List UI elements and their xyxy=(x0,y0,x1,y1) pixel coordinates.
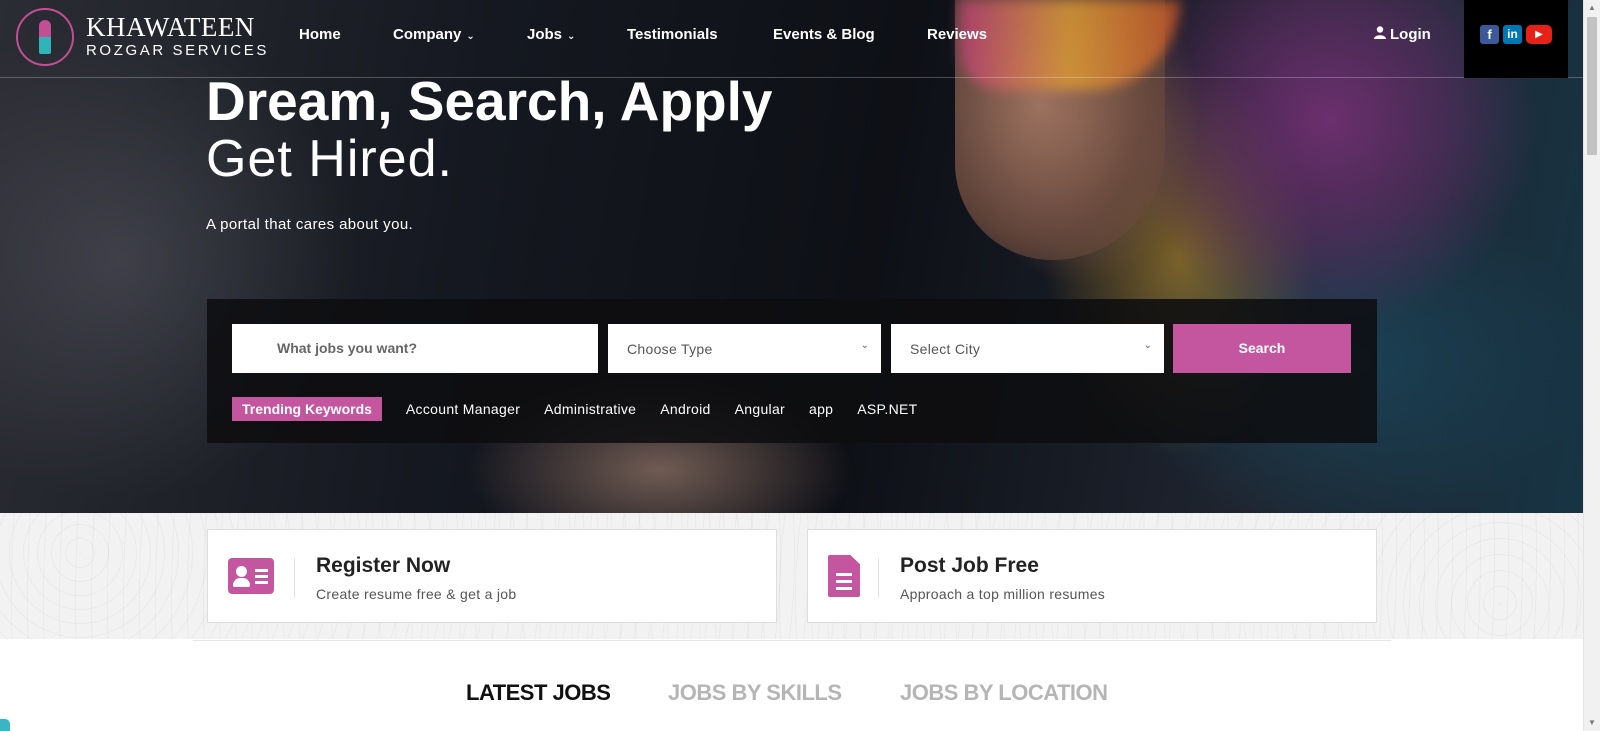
hero-tagline: A portal that cares about you. xyxy=(206,216,414,233)
tab-jobs-by-skills[interactable]: JOBS BY SKILLS xyxy=(668,680,842,706)
hero-subheadline: Get Hired. xyxy=(206,130,453,188)
job-keyword-input[interactable]: What jobs you want? xyxy=(232,324,598,373)
scrollbar-thumb[interactable] xyxy=(1587,17,1597,155)
nav-company[interactable]: Company ⌄ xyxy=(393,26,475,43)
login-link[interactable]: Login xyxy=(1374,26,1431,43)
job-search-panel: What jobs you want? Choose Type ⌄ Select… xyxy=(207,299,1377,443)
chevron-down-icon: ⌄ xyxy=(466,31,475,42)
nav-home[interactable]: Home xyxy=(299,26,341,43)
tab-latest-jobs[interactable]: LATEST JOBS xyxy=(466,680,611,706)
register-title: Register Now xyxy=(316,554,451,577)
city-select[interactable]: Select City ⌄ xyxy=(891,324,1164,373)
hero-headline: Dream, Search, Apply xyxy=(206,70,773,132)
post-job-title: Post Job Free xyxy=(900,554,1039,577)
brand-logo[interactable]: KHAWATEEN ROZGAR SERVICES xyxy=(16,8,269,66)
keyword-link[interactable]: Account Manager xyxy=(406,401,520,417)
divider xyxy=(193,640,1391,641)
register-desc: Create resume free & get a job xyxy=(316,586,517,602)
nav-jobs[interactable]: Jobs ⌄ xyxy=(527,26,575,43)
nav-reviews[interactable]: Reviews xyxy=(927,26,987,43)
social-links: f in ▶ xyxy=(1464,0,1568,78)
trending-label: Trending Keywords xyxy=(232,397,382,421)
page-scrollbar[interactable]: ▲ ▼ xyxy=(1583,0,1600,731)
chevron-down-icon: ⌄ xyxy=(860,340,869,351)
keyword-link[interactable]: Administrative xyxy=(544,401,636,417)
tab-jobs-by-location[interactable]: JOBS BY LOCATION xyxy=(900,680,1108,706)
keyword-link[interactable]: ASP.NET xyxy=(857,401,917,417)
brand-name: KHAWATEEN xyxy=(86,12,255,42)
search-button[interactable]: Search xyxy=(1173,324,1351,373)
user-icon xyxy=(1374,26,1386,43)
keyword-link[interactable]: app xyxy=(809,401,833,417)
register-now-card[interactable]: Register Now Create resume free & get a … xyxy=(207,529,777,623)
chevron-down-icon: ⌄ xyxy=(1143,340,1152,351)
nav-testimonials[interactable]: Testimonials xyxy=(627,26,718,43)
trending-keywords: Trending Keywords Account Manager Admini… xyxy=(232,397,917,421)
jobs-tabs: LATEST JOBS JOBS BY SKILLS JOBS BY LOCAT… xyxy=(0,640,1583,731)
facebook-icon[interactable]: f xyxy=(1480,25,1499,44)
brand-subtitle: ROZGAR SERVICES xyxy=(86,42,269,59)
site-header: KHAWATEEN ROZGAR SERVICES Home Company ⌄ … xyxy=(0,0,1583,78)
nav-events-blog[interactable]: Events & Blog xyxy=(773,26,875,43)
logo-emblem-icon xyxy=(16,8,74,66)
post-job-card[interactable]: Post Job Free Approach a top million res… xyxy=(807,529,1377,623)
chat-widget-tab[interactable] xyxy=(0,719,10,731)
keyword-link[interactable]: Angular xyxy=(735,401,785,417)
scroll-down-icon[interactable]: ▼ xyxy=(1588,718,1596,727)
cta-strip: Register Now Create resume free & get a … xyxy=(0,513,1583,639)
chevron-down-icon: ⌄ xyxy=(567,31,576,42)
post-job-desc: Approach a top million resumes xyxy=(900,586,1106,602)
keyword-link[interactable]: Android xyxy=(660,401,710,417)
linkedin-icon[interactable]: in xyxy=(1503,25,1522,44)
job-type-select[interactable]: Choose Type ⌄ xyxy=(608,324,881,373)
youtube-icon[interactable]: ▶ xyxy=(1526,25,1552,44)
document-icon xyxy=(828,555,860,597)
id-card-icon xyxy=(228,558,274,594)
scroll-up-icon[interactable]: ▲ xyxy=(1588,3,1596,12)
